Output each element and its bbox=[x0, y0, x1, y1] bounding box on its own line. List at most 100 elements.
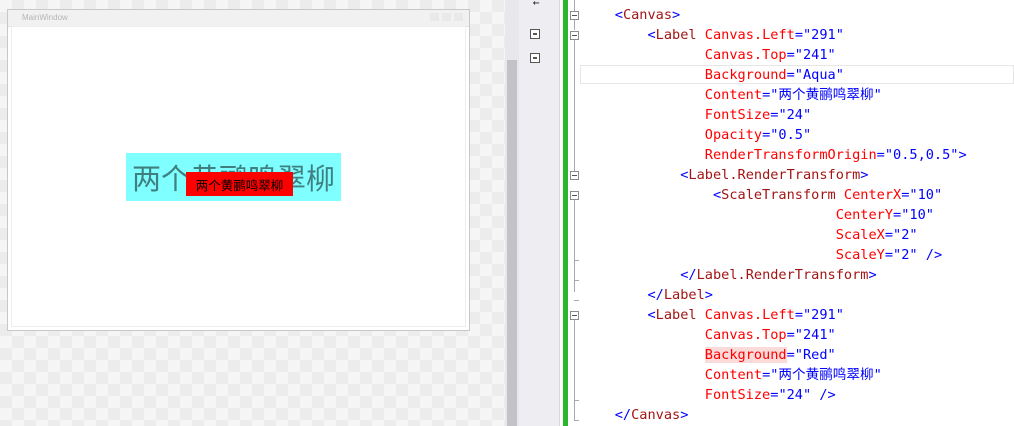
code-line[interactable]: Canvas.Top="241" bbox=[582, 325, 836, 345]
xml-attribute-value: "10" bbox=[909, 187, 943, 203]
xml-tag-name: ScaleTransform bbox=[721, 187, 836, 203]
code-line[interactable]: <Canvas> bbox=[582, 5, 680, 25]
xml-attribute-value: "241" bbox=[794, 327, 836, 343]
xml-tag-name: Label bbox=[655, 307, 697, 323]
code-line[interactable]: FontSize="24" /> bbox=[582, 385, 836, 405]
xml-attribute-value: "241" bbox=[794, 47, 836, 63]
xml-bracket: > bbox=[680, 407, 689, 423]
collapse-rendertransform-icon[interactable] bbox=[570, 171, 579, 180]
xml-equals: = bbox=[876, 147, 885, 163]
red-label[interactable]: 两个黄鹂鸣翠柳 bbox=[186, 172, 293, 196]
collapse-scaletransform-icon[interactable] bbox=[570, 191, 579, 200]
code-line[interactable]: </Label> bbox=[582, 285, 712, 305]
xml-attribute-value: "2" bbox=[893, 247, 918, 263]
code-line[interactable]: <Label.RenderTransform> bbox=[582, 165, 868, 185]
code-line[interactable]: FontSize="24" bbox=[582, 105, 811, 125]
code-line[interactable]: Background="Aqua" bbox=[582, 65, 844, 85]
outline-end-tick bbox=[574, 400, 579, 401]
xml-attribute-name: Canvas.Top bbox=[704, 47, 787, 63]
collapse-pane-icon[interactable] bbox=[530, 29, 540, 39]
xml-attribute-value: "0.5,0.5" bbox=[884, 147, 959, 163]
code-line[interactable]: CenterY="10" bbox=[582, 205, 934, 225]
xml-bracket: /> bbox=[819, 387, 836, 403]
collapse-label2-icon[interactable] bbox=[570, 311, 579, 320]
code-line[interactable]: RenderTransformOrigin="0.5,0.5"> bbox=[582, 145, 967, 165]
code-line[interactable]: <ScaleTransform CenterX="10" bbox=[582, 185, 942, 205]
xml-attribute-name: FontSize bbox=[704, 107, 771, 123]
xml-bracket: < bbox=[647, 307, 656, 323]
xml-tag-name: Canvas bbox=[631, 407, 681, 423]
code-line[interactable]: Content="两个黄鹂鸣翠柳" bbox=[582, 365, 882, 385]
xml-tag-name: Canvas bbox=[622, 7, 673, 23]
xml-tag-name: Label.RenderTransform bbox=[688, 167, 861, 183]
code-line[interactable]: </Canvas> bbox=[582, 405, 689, 425]
xml-attribute-value: "2" bbox=[893, 227, 918, 243]
xml-attribute-name: CenterY bbox=[835, 207, 894, 223]
code-line[interactable]: <Label Canvas.Left="291" bbox=[582, 25, 843, 45]
code-line[interactable]: Canvas.Top="241" bbox=[582, 45, 836, 65]
xml-bracket: > bbox=[672, 7, 681, 23]
code-line[interactable]: ScaleY="2" /> bbox=[582, 245, 942, 265]
code-line[interactable]: Background="Red" bbox=[582, 345, 836, 365]
code-line[interactable]: <Label Canvas.Left="291" bbox=[582, 305, 844, 325]
xml-attribute-value: "24" bbox=[778, 387, 812, 403]
outlining-gutter bbox=[568, 0, 582, 426]
designer-vertical-scrollbar[interactable] bbox=[505, 0, 519, 426]
xml-bracket: < bbox=[647, 27, 656, 43]
xml-equals: = bbox=[786, 47, 795, 63]
xml-attribute-name: CenterX bbox=[843, 187, 902, 203]
window-titlebar: MainWindow bbox=[8, 10, 469, 27]
xml-attribute-value: "两个黄鹂鸣翠柳" bbox=[770, 367, 882, 383]
scrollbar-thumb[interactable] bbox=[507, 60, 517, 426]
arrow-left-icon[interactable]: ← bbox=[527, 0, 545, 10]
code-line[interactable]: </Label.RenderTransform> bbox=[582, 265, 877, 285]
code-line[interactable]: Content="两个黄鹂鸣翠柳" bbox=[582, 85, 882, 105]
outline-end-tick bbox=[574, 260, 579, 261]
collapse-canvas-icon[interactable] bbox=[570, 11, 579, 20]
minimize-icon bbox=[430, 13, 439, 21]
outline-line bbox=[574, 20, 575, 30]
xml-equals: = bbox=[794, 307, 803, 323]
xml-tag-name: Label bbox=[663, 287, 705, 303]
xml-attribute-value: "291" bbox=[803, 307, 844, 323]
red-label-text: 两个黄鹂鸣翠柳 bbox=[195, 177, 284, 193]
xml-attribute-name: Background bbox=[704, 67, 787, 83]
xml-tag-name: Label.RenderTransform bbox=[696, 267, 869, 283]
xml-attribute-value: "两个黄鹂鸣翠柳" bbox=[770, 87, 882, 103]
xml-attribute-name: FontSize bbox=[704, 387, 771, 403]
collapse-label-icon[interactable] bbox=[570, 31, 579, 40]
code-line[interactable]: Opacity="0.5" bbox=[582, 125, 811, 145]
designer-surface[interactable]: MainWindow 两个黄鹂鸣翠柳 两个黄鹂鸣翠柳 bbox=[0, 0, 508, 426]
close-icon bbox=[454, 13, 463, 21]
xml-bracket: < bbox=[712, 187, 722, 203]
outline-end-tick bbox=[574, 300, 579, 301]
swap-panes-icon[interactable] bbox=[530, 53, 540, 63]
xml-attribute-value: "0.5" bbox=[770, 127, 812, 143]
window-title: MainWindow bbox=[22, 13, 68, 22]
xml-bracket: > bbox=[868, 267, 877, 283]
xml-attribute-name: Opacity bbox=[704, 127, 763, 143]
xml-attribute-value: "Red" bbox=[794, 347, 836, 363]
xml-equals: = bbox=[794, 27, 803, 43]
code-line[interactable]: ScaleX="2" bbox=[582, 225, 918, 245]
